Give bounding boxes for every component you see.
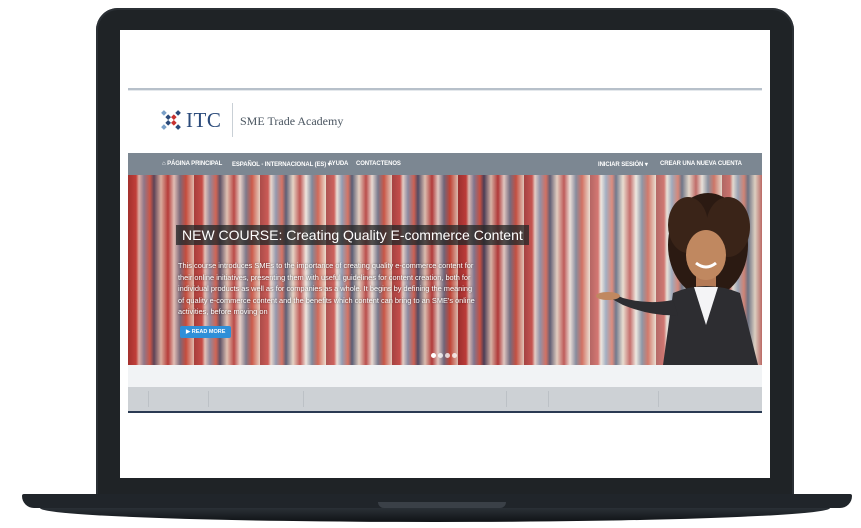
hero-title: NEW COURSE: Creating Quality E-commerce … bbox=[176, 225, 529, 245]
bar-divider bbox=[148, 391, 149, 407]
bar-divider bbox=[658, 391, 659, 407]
logo-divider bbox=[232, 103, 233, 137]
hero-description: This course introduces SMEs to the impor… bbox=[178, 261, 475, 316]
website: ITC SME Trade Academy ⌂ PÁGINA PRINCIPAL… bbox=[128, 88, 762, 413]
read-more-button[interactable]: ▶ READ MORE bbox=[180, 326, 232, 338]
itc-logo-icon[interactable] bbox=[158, 107, 184, 133]
content-spacer bbox=[128, 365, 762, 387]
logo-text[interactable]: ITC bbox=[186, 108, 221, 133]
nav-create-account[interactable]: CREAR UNA NUEVA CUENTA bbox=[660, 161, 742, 167]
bar-divider bbox=[506, 391, 507, 407]
logo-subtitle: SME Trade Academy bbox=[240, 114, 344, 128]
nav-home[interactable]: ⌂ PÁGINA PRINCIPAL bbox=[162, 161, 222, 167]
bar-divider bbox=[303, 391, 304, 407]
bar-divider bbox=[208, 391, 209, 407]
nav-help[interactable]: AYUDA bbox=[328, 161, 348, 167]
laptop-screen: ITC SME Trade Academy ⌂ PÁGINA PRINCIPAL… bbox=[120, 30, 770, 478]
site-header: ITC SME Trade Academy bbox=[128, 90, 762, 153]
hero-carousel[interactable]: NEW COURSE: Creating Quality E-commerce … bbox=[128, 175, 762, 365]
presenter-photo bbox=[596, 193, 758, 365]
carousel-dot-4[interactable] bbox=[452, 353, 457, 358]
laptop-mockup: ITC SME Trade Academy ⌂ PÁGINA PRINCIPAL… bbox=[0, 0, 861, 528]
nav-home-label: PÁGINA PRINCIPAL bbox=[167, 161, 223, 167]
carousel-dot-1[interactable] bbox=[431, 353, 436, 358]
nav-contact[interactable]: CONTACTENOS bbox=[356, 161, 401, 167]
secondary-bar bbox=[128, 387, 762, 413]
nav-language-dropdown[interactable]: ESPAÑOL - INTERNACIONAL (ES) ▾ bbox=[232, 161, 331, 168]
laptop-base-foot bbox=[40, 508, 830, 522]
main-navbar: ⌂ PÁGINA PRINCIPAL ESPAÑOL - INTERNACION… bbox=[128, 153, 762, 175]
carousel-indicators bbox=[431, 345, 459, 363]
nav-login-dropdown[interactable]: INICIAR SESIÓN ▾ bbox=[598, 161, 648, 168]
carousel-dot-2[interactable] bbox=[438, 353, 443, 358]
carousel-dot-3[interactable] bbox=[445, 353, 450, 358]
bar-divider bbox=[548, 391, 549, 407]
